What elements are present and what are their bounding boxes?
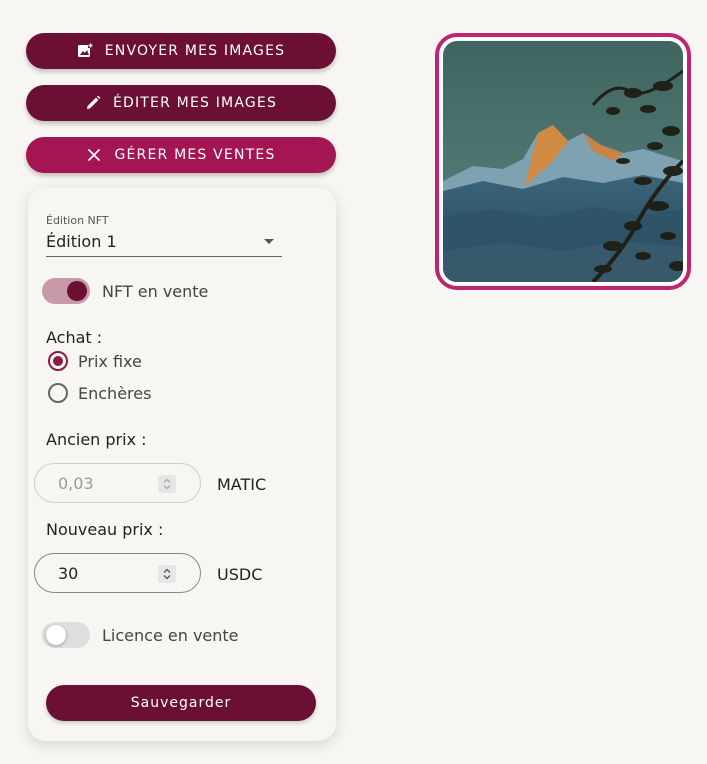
manage-sales-label: GÉRER MES VENTES [114,147,276,163]
sale-settings-card: Édition NFT Édition 1 NFT en vente Achat… [28,188,336,741]
caret-down-icon[interactable] [264,239,274,244]
new-price-unit: USDC [217,565,263,584]
old-price-unit: MATIC [217,475,267,494]
auction-label[interactable]: Enchères [78,384,151,403]
purchase-label: Achat : [46,328,103,347]
toggle-thumb[interactable] [67,281,87,301]
edit-images-label: ÉDITER MES IMAGES [112,95,278,111]
close-icon [86,147,102,163]
image-preview[interactable] [435,33,691,290]
save-button[interactable]: Sauvegarder [46,685,316,721]
upload-images-label: ENVOYER MES IMAGES [104,43,286,59]
old-price-value: 0,03 [58,474,94,493]
new-price-label: Nouveau prix : [46,520,164,539]
auction-radio[interactable] [48,383,68,403]
edition-select-value[interactable]: Édition 1 [46,232,117,251]
new-price-value[interactable]: 30 [58,564,78,583]
nft-for-sale-toggle[interactable] [42,278,90,304]
new-price-input[interactable]: 30 [34,553,201,593]
fixed-price-label[interactable]: Prix fixe [78,352,142,371]
pencil-icon [85,95,101,111]
mountain-image [443,41,683,282]
spin-arrows-icon[interactable] [158,565,176,583]
upload-images-button[interactable]: ENVOYER MES IMAGES [26,33,336,69]
edit-images-button[interactable]: ÉDITER MES IMAGES [26,85,336,121]
license-for-sale-toggle[interactable] [42,622,90,648]
toggle-thumb[interactable] [46,625,66,645]
select-underline [46,256,282,257]
edition-select-label: Édition NFT [46,214,109,227]
add-photo-icon [77,43,93,59]
manage-sales-button[interactable]: GÉRER MES VENTES [26,137,336,173]
fixed-price-radio[interactable] [48,351,68,371]
nft-for-sale-label: NFT en vente [102,282,209,301]
old-price-input: 0,03 [34,463,201,503]
spin-arrows-icon [158,475,176,493]
license-for-sale-label: Licence en vente [102,626,239,645]
old-price-label: Ancien prix : [46,430,147,449]
